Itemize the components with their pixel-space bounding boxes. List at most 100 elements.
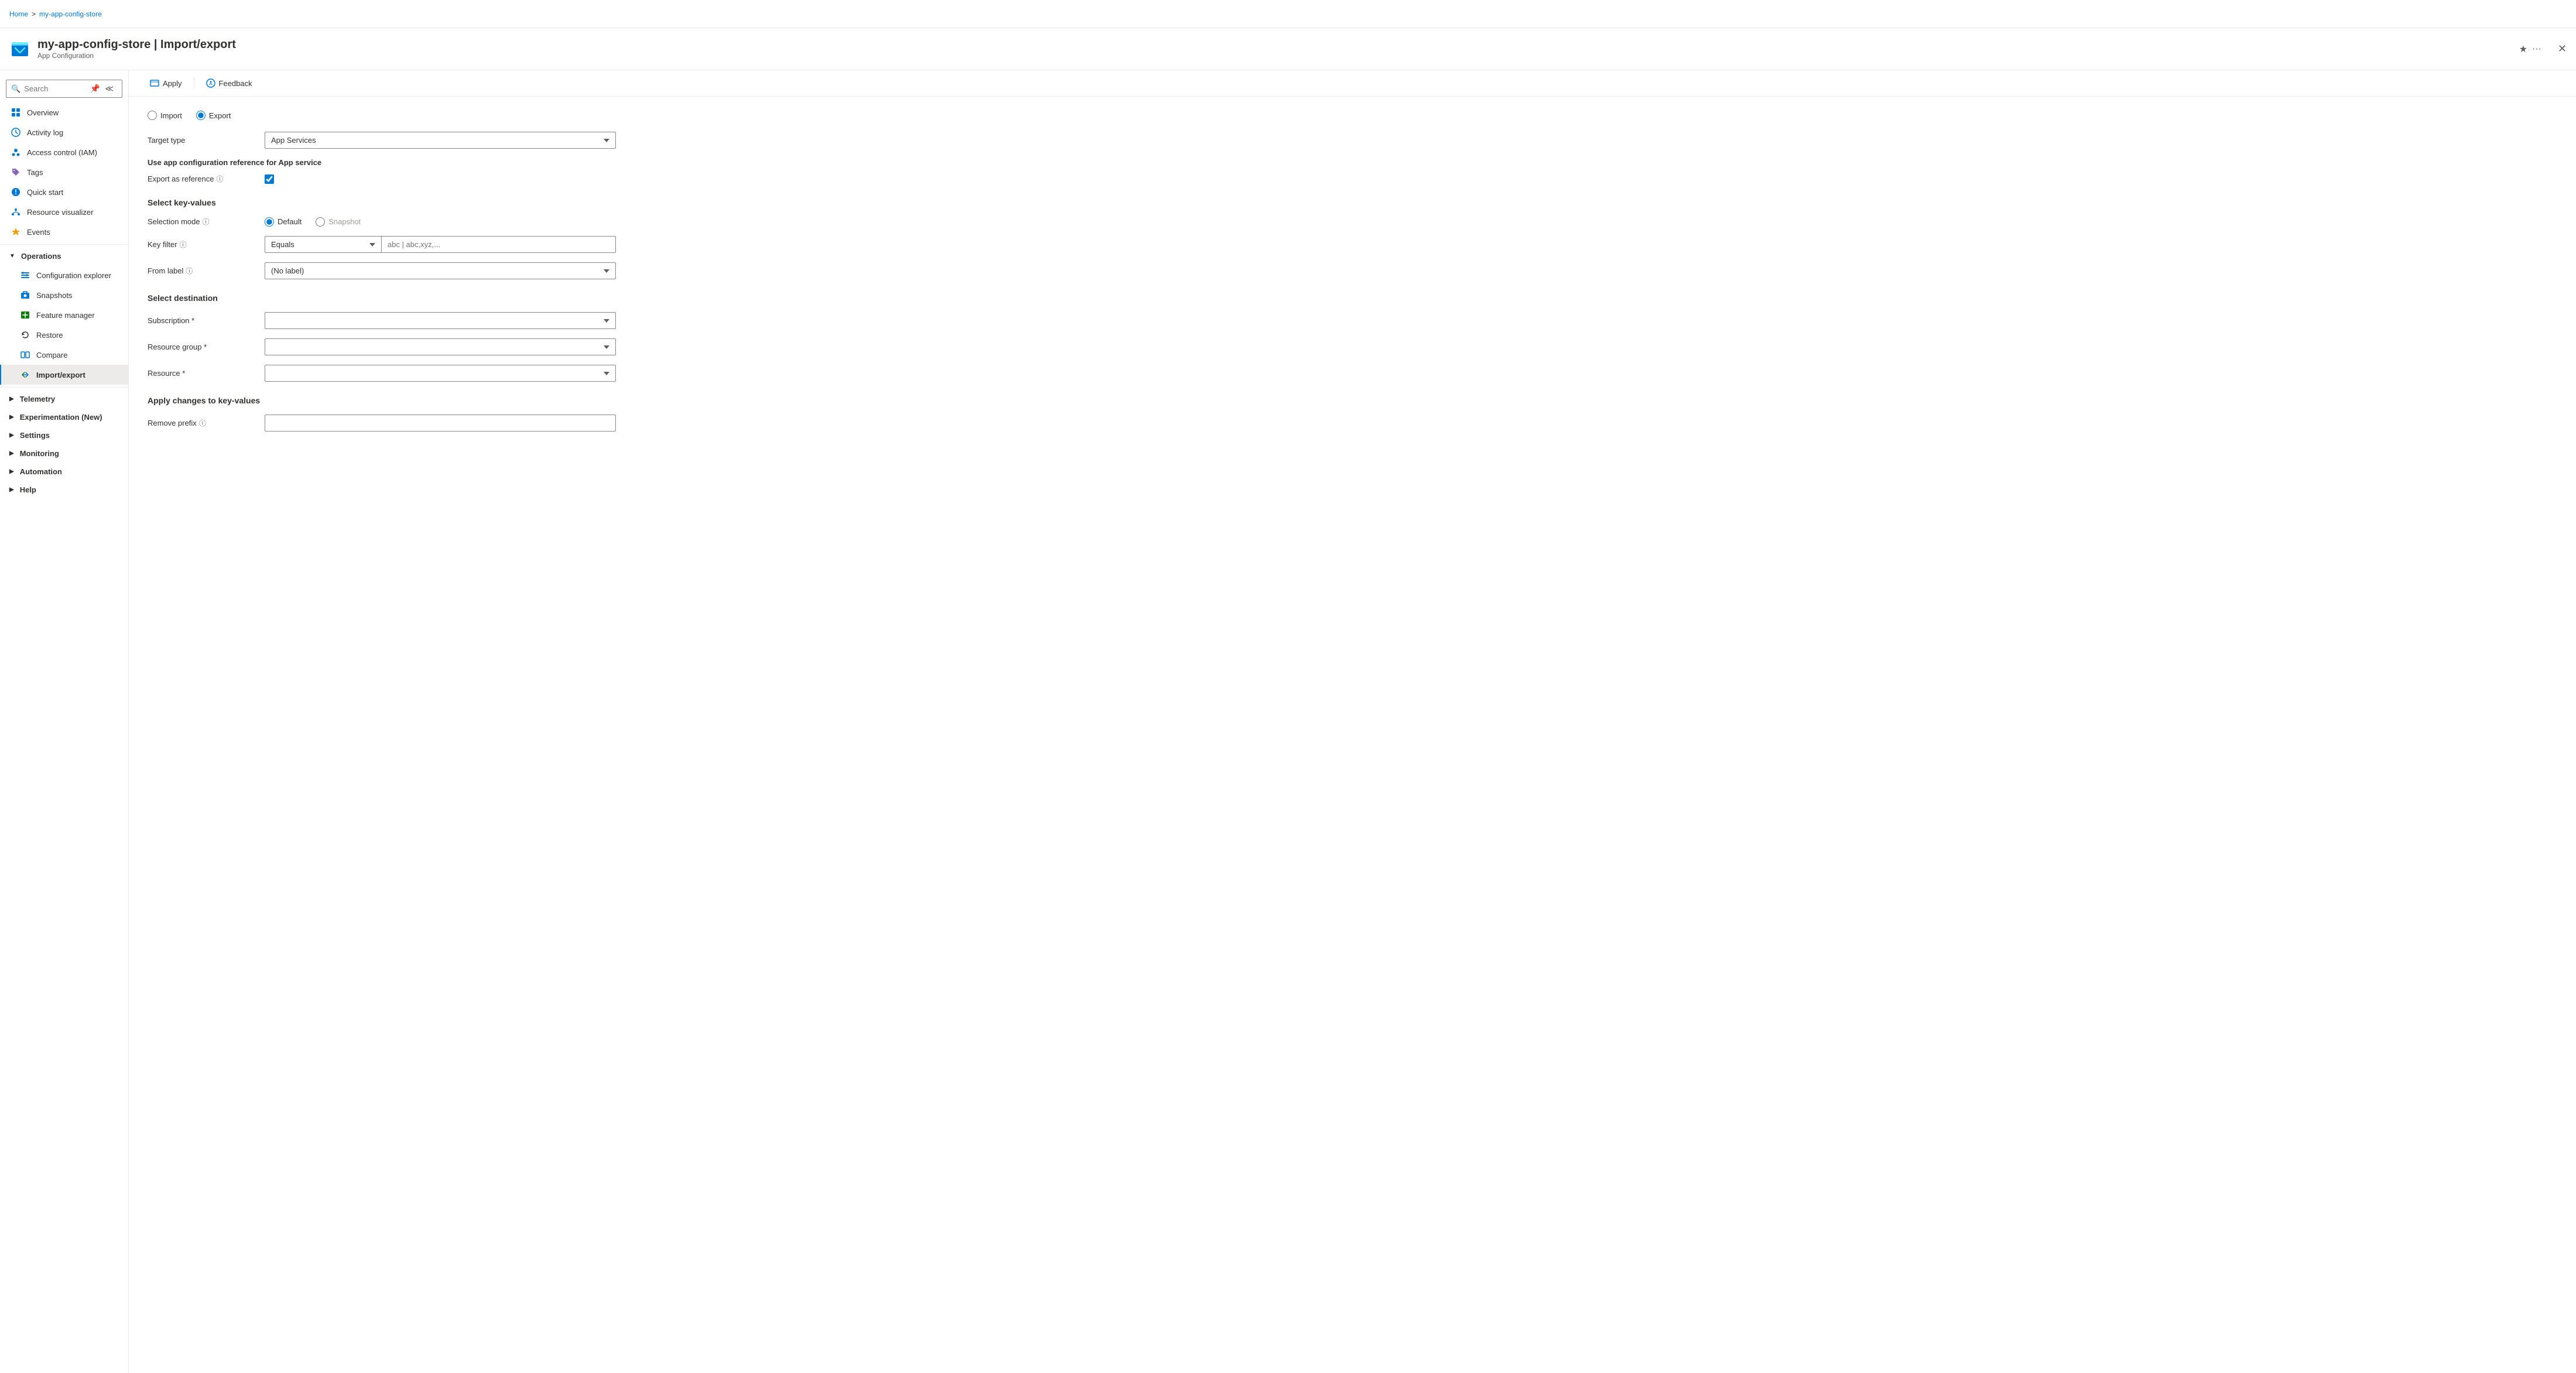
sidebar-item-access-control[interactable]: Access control (IAM) bbox=[0, 142, 128, 162]
sidebar-section-label: Help bbox=[20, 485, 36, 494]
export-radio[interactable] bbox=[196, 111, 205, 120]
export-as-reference-checkbox-wrap bbox=[265, 174, 616, 184]
close-icon[interactable]: ✕ bbox=[2558, 43, 2567, 55]
search-icon: 🔍 bbox=[11, 84, 20, 94]
sidebar-item-label: Feature manager bbox=[36, 311, 95, 320]
selection-mode-info-icon[interactable]: ⓘ bbox=[203, 217, 210, 227]
sidebar-collapse-button[interactable]: ≪ bbox=[104, 83, 115, 95]
app-config-icon bbox=[9, 39, 30, 60]
selection-mode-default-label: Default bbox=[278, 217, 302, 226]
header-actions: ★ ··· ✕ bbox=[2519, 43, 2567, 55]
events-icon bbox=[11, 227, 21, 237]
from-label-row: From label ⓘ (No label) bbox=[148, 262, 2557, 279]
remove-prefix-info-icon[interactable]: ⓘ bbox=[199, 418, 206, 428]
config-explorer-icon bbox=[20, 270, 30, 280]
header-title-group: my-app-config-store | Import/export App … bbox=[37, 38, 236, 60]
sidebar-item-compare[interactable]: Compare bbox=[0, 345, 128, 365]
from-label-select[interactable]: (No label) bbox=[265, 262, 616, 279]
subscription-row: Subscription * bbox=[148, 312, 2557, 329]
sidebar-section-help[interactable]: ▶ Help bbox=[0, 481, 128, 499]
sidebar-section-settings[interactable]: ▶ Settings bbox=[0, 426, 128, 444]
tags-icon bbox=[11, 167, 21, 177]
sidebar-section-monitoring[interactable]: ▶ Monitoring bbox=[0, 444, 128, 463]
selection-mode-default-option[interactable]: Default bbox=[265, 217, 302, 227]
sidebar-section-experimentation[interactable]: ▶ Experimentation (New) bbox=[0, 408, 128, 426]
sidebar-section-operations[interactable]: ▼ Operations bbox=[0, 247, 128, 265]
apply-button[interactable]: Apply bbox=[143, 75, 189, 91]
selection-mode-label: Selection mode ⓘ bbox=[148, 217, 265, 227]
sidebar-section-label: Telemetry bbox=[20, 395, 55, 403]
target-type-select[interactable]: App Services bbox=[265, 132, 616, 149]
sidebar-pin-button[interactable]: 📌 bbox=[89, 83, 101, 95]
sidebar-item-label: Activity log bbox=[27, 128, 63, 137]
export-as-reference-control bbox=[265, 174, 616, 184]
sidebar-item-snapshots[interactable]: Snapshots bbox=[0, 285, 128, 305]
from-label-control: (No label) bbox=[265, 262, 616, 279]
export-as-reference-label: Export as reference ⓘ bbox=[148, 174, 265, 184]
import-label: Import bbox=[160, 111, 182, 120]
import-radio-option[interactable]: Import bbox=[148, 111, 182, 120]
selection-mode-default-radio[interactable] bbox=[265, 217, 274, 227]
sidebar-item-tags[interactable]: Tags bbox=[0, 162, 128, 182]
sidebar-item-label: Events bbox=[27, 228, 50, 237]
sidebar-item-quick-start[interactable]: Quick start bbox=[0, 182, 128, 202]
sidebar-item-overview[interactable]: Overview bbox=[0, 102, 128, 122]
resource-select[interactable] bbox=[265, 365, 616, 382]
sidebar-divider-2 bbox=[0, 387, 128, 388]
sidebar: 🔍 📌 ≪ Overview Activity log Access contr… bbox=[0, 70, 129, 1373]
subscription-label: Subscription * bbox=[148, 316, 265, 325]
sidebar-item-resource-visualizer[interactable]: Resource visualizer bbox=[0, 202, 128, 222]
sidebar-divider bbox=[0, 244, 128, 245]
sidebar-item-label: Access control (IAM) bbox=[27, 148, 97, 157]
remove-prefix-input[interactable] bbox=[265, 415, 616, 432]
favorite-star-icon[interactable]: ★ bbox=[2519, 43, 2527, 55]
sidebar-item-restore[interactable]: Restore bbox=[0, 325, 128, 345]
from-label-info-icon[interactable]: ⓘ bbox=[186, 266, 193, 276]
resource-control bbox=[265, 365, 616, 382]
sidebar-item-events[interactable]: Events bbox=[0, 222, 128, 242]
more-options-icon[interactable]: ··· bbox=[2532, 44, 2541, 54]
export-as-reference-info-icon[interactable]: ⓘ bbox=[216, 174, 223, 184]
selection-mode-snapshot-radio[interactable] bbox=[316, 217, 325, 227]
export-as-reference-checkbox[interactable] bbox=[265, 174, 274, 184]
breadcrumb-separator: > bbox=[32, 10, 36, 18]
sidebar-item-label: Tags bbox=[27, 168, 43, 177]
feature-manager-icon bbox=[20, 310, 30, 320]
main-layout: 🔍 📌 ≪ Overview Activity log Access contr… bbox=[0, 70, 2576, 1373]
resource-group-row: Resource group * bbox=[148, 338, 2557, 355]
resource-group-label: Resource group * bbox=[148, 343, 265, 351]
breadcrumb-home[interactable]: Home bbox=[9, 10, 28, 18]
search-input[interactable] bbox=[24, 84, 85, 93]
sidebar-item-configuration-explorer[interactable]: Configuration explorer bbox=[0, 265, 128, 285]
sidebar-section-telemetry[interactable]: ▶ Telemetry bbox=[0, 390, 128, 408]
selection-mode-snapshot-option[interactable]: Snapshot bbox=[316, 217, 361, 227]
selection-mode-row: Selection mode ⓘ Default Snapshot bbox=[148, 217, 2557, 227]
apply-label: Apply bbox=[163, 79, 182, 88]
sidebar-item-feature-manager[interactable]: Feature manager bbox=[0, 305, 128, 325]
remove-prefix-row: Remove prefix ⓘ bbox=[148, 415, 2557, 432]
sidebar-section-automation[interactable]: ▶ Automation bbox=[0, 463, 128, 481]
selection-mode-snapshot-label: Snapshot bbox=[328, 217, 361, 226]
key-filter-select[interactable]: Equals bbox=[265, 236, 382, 253]
activity-log-icon bbox=[11, 127, 21, 138]
target-type-label: Target type bbox=[148, 136, 265, 145]
resource-group-select[interactable] bbox=[265, 338, 616, 355]
sidebar-section-label: Automation bbox=[20, 467, 62, 476]
subscription-select[interactable] bbox=[265, 312, 616, 329]
key-filter-info-icon[interactable]: ⓘ bbox=[180, 239, 187, 249]
sidebar-item-import-export[interactable]: Import/export bbox=[0, 365, 128, 385]
selection-mode-control: Default Snapshot bbox=[265, 217, 616, 227]
feedback-button[interactable]: Feedback bbox=[199, 75, 259, 91]
chevron-right-icon: ▶ bbox=[9, 396, 14, 402]
sidebar-item-activity-log[interactable]: Activity log bbox=[0, 122, 128, 142]
sidebar-item-label: Compare bbox=[36, 351, 67, 359]
sidebar-search-container[interactable]: 🔍 📌 ≪ bbox=[6, 80, 122, 98]
export-radio-option[interactable]: Export bbox=[196, 111, 231, 120]
sidebar-item-label: Restore bbox=[36, 331, 63, 340]
sidebar-section-label: Monitoring bbox=[20, 449, 59, 458]
import-radio[interactable] bbox=[148, 111, 157, 120]
sidebar-item-label: Configuration explorer bbox=[36, 271, 111, 280]
header-bar: my-app-config-store | Import/export App … bbox=[0, 28, 2576, 70]
sidebar-section-label: Experimentation (New) bbox=[20, 413, 102, 422]
key-filter-input[interactable] bbox=[382, 236, 616, 253]
